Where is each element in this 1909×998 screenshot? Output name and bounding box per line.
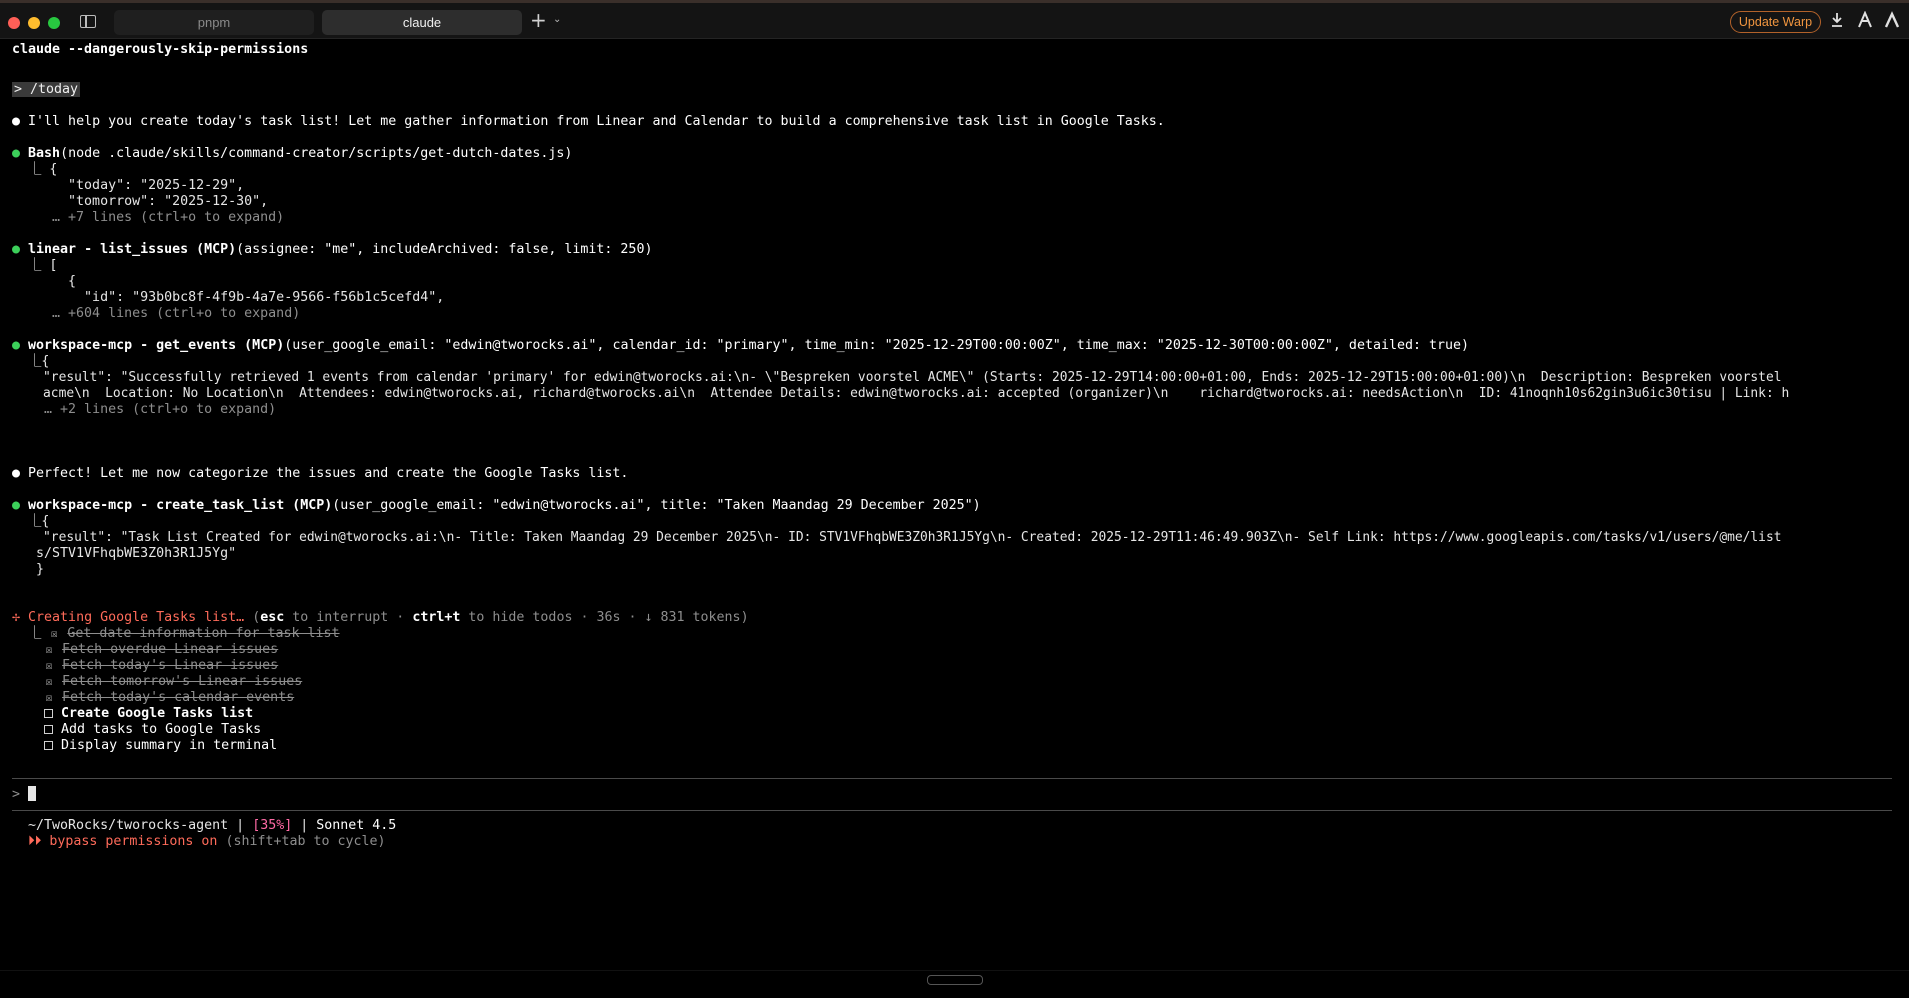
checked-box-icon: ☒	[45, 691, 53, 704]
todo-item: ☒ Fetch today's calendar events	[45, 690, 295, 705]
minimize-window-button[interactable]	[28, 17, 40, 29]
expand-hint[interactable]: … +604 lines (ctrl+o to expand)	[12, 306, 300, 322]
tool-call-linear: ● linear - list_issues (MCP)(assignee: "…	[12, 242, 653, 257]
checked-box-icon: ☒	[51, 627, 58, 640]
todo-item: ⎿ ☒ Get date information for task list	[12, 626, 340, 641]
todo-item: Add tasks to Google Tasks	[12, 722, 261, 738]
checkbox-icon	[44, 725, 54, 734]
tool-output-line: "id": "93b0bc8f-4f9b-4a7e-9566-f56b1c5ce…	[52, 290, 445, 305]
status-line: ✢ Creating Google Tasks list… (esc to in…	[12, 610, 749, 625]
tab-pnpm[interactable]: pnpm	[114, 10, 314, 35]
expand-hint[interactable]: … +2 lines (ctrl+o to expand)	[12, 402, 276, 418]
window-titlebar: pnpm claude + ⌄ Update Warp	[0, 0, 1909, 39]
tool-call-create-task-list: ● workspace-mcp - create_task_list (MCP)…	[12, 498, 981, 513]
prompt-input[interactable]: >	[12, 786, 37, 802]
success-dot-icon: ●	[12, 242, 21, 257]
agent-icon[interactable]	[1884, 11, 1900, 29]
tool-output-line: ⎿ {	[12, 162, 58, 177]
expand-hint[interactable]: … +7 lines (ctrl+o to expand)	[12, 210, 284, 226]
todo-item: Display summary in terminal	[12, 738, 277, 754]
text-cursor	[28, 786, 37, 801]
tool-call-get-events: ● workspace-mcp - get_events (MCP)(user_…	[12, 338, 1470, 353]
download-icon[interactable]	[1830, 11, 1844, 29]
checkbox-icon	[44, 741, 54, 750]
todo-item: ☒ Fetch tomorrow's Linear issues	[45, 674, 303, 689]
terminal-output: claude --dangerously-skip-permissions > …	[0, 40, 1909, 970]
checked-box-icon: ☒	[45, 675, 53, 688]
checked-box-icon: ☒	[45, 643, 53, 656]
bullet-icon: ●	[12, 114, 21, 129]
bottom-bar	[0, 970, 1909, 998]
command-line: claude --dangerously-skip-permissions	[12, 42, 309, 57]
tool-output-line: ⎿ [	[12, 258, 58, 273]
tool-output-line: {	[52, 274, 77, 289]
status-footer: ~/TwoRocks/tworocks-agent | [35%] | Sonn…	[28, 818, 397, 833]
assistant-message: ● Perfect! Let me now categorize the iss…	[12, 466, 629, 481]
sidebar-toggle-icon[interactable]	[80, 15, 96, 28]
tab-claude[interactable]: claude	[322, 10, 522, 35]
tool-output-line: s/STV1VFhqbWE3Z0h3R1J5Yg"	[12, 546, 237, 561]
input-divider-top	[12, 778, 1892, 779]
chevron-down-icon[interactable]: ⌄	[553, 14, 561, 25]
warp-logo-icon[interactable]	[1857, 11, 1873, 29]
plus-icon[interactable]: +	[530, 8, 547, 32]
success-dot-icon: ●	[12, 338, 21, 353]
success-dot-icon: ●	[12, 146, 21, 161]
tool-output-line: acme\n Location: No Location\n Attendees…	[12, 386, 1790, 401]
user-prompt: > /today	[12, 82, 81, 97]
zoom-window-button[interactable]	[48, 17, 60, 29]
spinner-icon: ✢	[12, 610, 21, 625]
bullet-icon: ●	[12, 466, 21, 481]
update-warp-button[interactable]: Update Warp	[1730, 11, 1821, 33]
close-window-button[interactable]	[8, 17, 20, 29]
tool-output-line: ⎿{	[12, 354, 50, 369]
todo-item-active: Create Google Tasks list	[12, 706, 253, 722]
todo-item: ☒ Fetch today's Linear issues	[45, 658, 279, 673]
tool-output-line: "tomorrow": "2025-12-30",	[52, 194, 269, 209]
permissions-footer: ⏵⏵ bypass permissions on (shift+tab to c…	[28, 834, 386, 849]
tool-output-line: }	[12, 562, 45, 577]
tool-output-line: ⎿{	[12, 514, 50, 529]
checked-box-icon: ☒	[45, 659, 53, 672]
tool-call-bash: ● Bash(node .claude/skills/command-creat…	[12, 146, 573, 161]
assistant-message: ● I'll help you create today's task list…	[12, 114, 1165, 129]
tool-output-line: "result": "Task List Created for edwin@t…	[12, 530, 1782, 545]
tool-output-line: "result": "Successfully retrieved 1 even…	[12, 370, 1782, 385]
resize-handle[interactable]	[927, 975, 983, 985]
status-label: Creating Google Tasks list…	[28, 610, 245, 625]
todo-item: ☒ Fetch overdue Linear issues	[45, 642, 279, 657]
success-dot-icon: ●	[12, 498, 21, 513]
checkbox-icon	[44, 709, 54, 718]
input-divider-bottom	[12, 810, 1892, 811]
tool-output-line: "today": "2025-12-29",	[52, 178, 245, 193]
